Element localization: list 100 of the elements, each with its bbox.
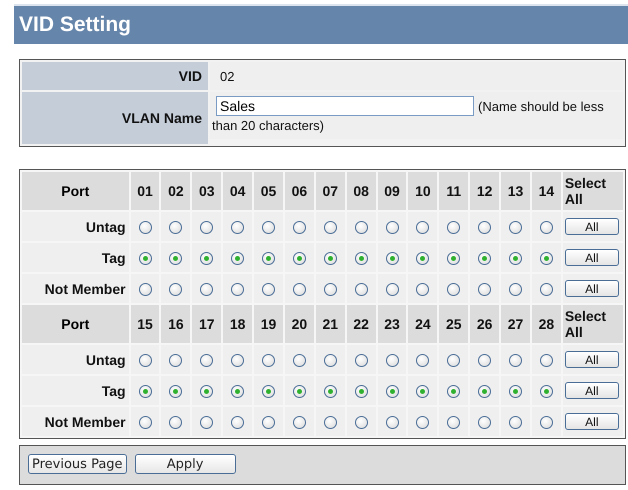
radio-button[interactable] <box>169 252 182 266</box>
select-all-button[interactable]: All <box>564 382 619 400</box>
radio-button[interactable] <box>169 416 182 430</box>
radio-button[interactable] <box>386 385 399 398</box>
radio-button[interactable] <box>262 221 276 234</box>
radio-button[interactable] <box>540 385 553 398</box>
radio-button[interactable] <box>478 416 492 430</box>
radio-button[interactable] <box>447 221 460 234</box>
radio-button[interactable] <box>231 354 244 368</box>
radio-button[interactable] <box>509 385 522 398</box>
radio-button[interactable] <box>292 221 306 234</box>
port-number: 26 <box>476 316 492 332</box>
select-all-button[interactable]: All <box>564 218 619 236</box>
vlan-name-field[interactable]: Sales <box>216 96 474 116</box>
select-all-button[interactable]: All <box>564 249 619 266</box>
radio-button[interactable] <box>231 416 244 430</box>
column-header: Select All <box>564 308 606 340</box>
radio-button[interactable] <box>354 221 368 234</box>
radio-button[interactable] <box>478 385 492 398</box>
radio-button[interactable] <box>416 221 430 234</box>
radio-button[interactable] <box>292 416 306 430</box>
radio-button[interactable] <box>478 354 492 368</box>
radio-button[interactable] <box>447 354 460 368</box>
radio-button[interactable] <box>231 252 244 266</box>
radio-button[interactable] <box>200 354 214 368</box>
apply-button[interactable]: Apply <box>134 454 236 474</box>
radio-button[interactable] <box>262 283 276 296</box>
radio-button[interactable] <box>292 354 306 368</box>
radio-button[interactable] <box>292 283 306 296</box>
radio-button[interactable] <box>540 252 553 266</box>
port-number: 07 <box>322 183 338 199</box>
radio-button[interactable] <box>540 416 553 430</box>
radio-button[interactable] <box>354 252 368 266</box>
radio-button[interactable] <box>509 221 522 234</box>
row-label: Untag <box>86 352 126 368</box>
radio-button[interactable] <box>138 221 152 234</box>
radio-button[interactable] <box>386 416 399 430</box>
radio-button[interactable] <box>509 354 522 368</box>
radio-button[interactable] <box>354 416 368 430</box>
radio-button[interactable] <box>416 252 430 266</box>
radio-button[interactable] <box>416 283 430 296</box>
radio-button[interactable] <box>416 416 430 430</box>
radio-button[interactable] <box>231 221 244 234</box>
radio-button[interactable] <box>231 385 244 398</box>
radio-button[interactable] <box>138 385 152 398</box>
radio-button[interactable] <box>324 252 337 266</box>
radio-button[interactable] <box>138 252 152 266</box>
radio-button[interactable] <box>509 416 522 430</box>
radio-button[interactable] <box>509 283 522 296</box>
radio-button[interactable] <box>138 354 152 368</box>
radio-button[interactable] <box>169 283 182 296</box>
radio-button[interactable] <box>447 283 460 296</box>
radio-button[interactable] <box>386 221 399 234</box>
radio-button[interactable] <box>447 252 460 266</box>
radio-button[interactable] <box>324 221 337 234</box>
radio-button[interactable] <box>386 354 399 368</box>
radio-button[interactable] <box>200 385 214 398</box>
radio-button[interactable] <box>200 416 214 430</box>
radio-button[interactable] <box>386 252 399 266</box>
radio-button[interactable] <box>200 252 214 266</box>
radio-button[interactable] <box>262 385 276 398</box>
radio-button[interactable] <box>540 354 553 368</box>
radio-button[interactable] <box>324 416 337 430</box>
radio-button[interactable] <box>262 252 276 266</box>
radio-button[interactable] <box>354 385 368 398</box>
radio-button[interactable] <box>478 283 492 296</box>
select-all-button[interactable]: All <box>564 351 619 368</box>
radio-button[interactable] <box>478 252 492 266</box>
field-label: VLAN Name <box>122 110 202 126</box>
radio-button[interactable] <box>416 354 430 368</box>
radio-button[interactable] <box>262 416 276 430</box>
radio-button[interactable] <box>478 221 492 234</box>
radio-button[interactable] <box>354 354 368 368</box>
previous-page-button[interactable]: Previous Page <box>28 454 127 474</box>
radio-button[interactable] <box>138 283 152 296</box>
radio-button[interactable] <box>324 283 337 296</box>
radio-button[interactable] <box>169 385 182 398</box>
port-number: 19 <box>260 316 276 332</box>
radio-button[interactable] <box>200 221 214 234</box>
radio-button[interactable] <box>231 283 244 296</box>
radio-button[interactable] <box>169 221 182 234</box>
radio-button[interactable] <box>447 385 460 398</box>
radio-button[interactable] <box>540 221 553 234</box>
radio-button[interactable] <box>200 283 214 296</box>
radio-button[interactable] <box>354 283 368 296</box>
select-all-button[interactable]: All <box>564 280 619 298</box>
radio-button[interactable] <box>447 416 460 430</box>
radio-button[interactable] <box>324 385 337 398</box>
radio-button[interactable] <box>292 385 306 398</box>
radio-button[interactable] <box>324 354 337 368</box>
radio-button[interactable] <box>509 252 522 266</box>
radio-button[interactable] <box>292 252 306 266</box>
radio-button[interactable] <box>386 283 399 296</box>
radio-button[interactable] <box>169 354 182 368</box>
radio-button[interactable] <box>540 283 553 296</box>
radio-button[interactable] <box>416 385 430 398</box>
select-all-button[interactable]: All <box>564 413 619 430</box>
column-header: Port <box>61 183 90 199</box>
radio-button[interactable] <box>138 416 152 430</box>
radio-button[interactable] <box>262 354 276 368</box>
